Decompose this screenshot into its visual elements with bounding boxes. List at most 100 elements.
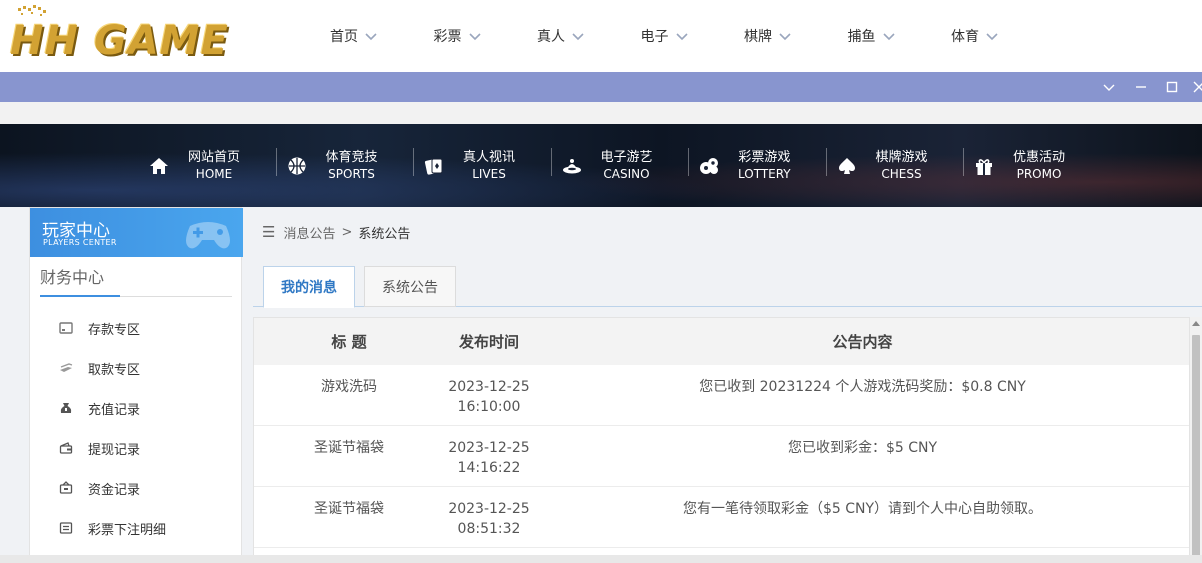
chevron-down-icon[interactable] — [1100, 78, 1118, 96]
cell-content: 您已收到彩金：$5 CNY — [787, 440, 938, 456]
sidebar-item-label: 存款专区 — [88, 322, 141, 338]
menu-lines-icon[interactable]: ☰ — [262, 223, 275, 241]
sidebar-item-lottery-bets[interactable]: 彩票下注明细 — [58, 518, 166, 538]
banner-item-casino[interactable]: 电子游艺 CASINO — [550, 140, 691, 192]
lottery-balls-icon — [700, 158, 718, 174]
banner-item-lives[interactable]: 真人视讯 LIVES — [413, 140, 553, 192]
sidebar-item-recharge-records[interactable]: 充值记录 — [58, 398, 140, 418]
basketball-icon — [288, 157, 305, 175]
header-time: 发布时间 — [458, 333, 519, 351]
cards-icon — [424, 158, 443, 175]
scroll-up-icon[interactable] — [1192, 321, 1200, 326]
sidebar-item-label: 资金记录 — [88, 482, 141, 498]
sidebar-item-label: 提现记录 — [88, 442, 141, 458]
site-logo[interactable]: HH GAME — [10, 4, 272, 70]
maximize-icon[interactable] — [1163, 78, 1181, 96]
tab-my-messages[interactable]: 我的消息 — [263, 266, 355, 308]
menu-item-label: 首页 — [330, 29, 358, 45]
logo-text: HH GAME — [10, 18, 229, 64]
player-center-sidebar: 玩家中心 PLAYERS CENTER 财务中心 存款专区 取款专区 充值记录 … — [29, 207, 243, 563]
sidebar-header: 玩家中心 PLAYERS CENTER — [30, 208, 243, 257]
banner-item-lottery[interactable]: 彩票游戏 LOTTERY — [688, 140, 828, 192]
menu-item-label: 体育 — [951, 29, 979, 45]
table-row[interactable]: 圣诞节福袋 2023-12-25 14:16:22 您已收到彩金：$5 CNY — [254, 426, 1189, 487]
slot-machine-icon — [562, 159, 581, 174]
minimize-icon[interactable] — [1132, 78, 1150, 96]
banner-item-promo[interactable]: 优惠活动 PROMO — [963, 140, 1103, 192]
cell-date: 2023-12-25 — [448, 440, 530, 456]
banner-item-label: 棋牌游戏 — [875, 150, 928, 165]
menu-item-home[interactable]: 首页 — [312, 0, 416, 72]
funds-icon — [59, 481, 73, 494]
sidebar-item-deposit[interactable]: 存款专区 — [58, 318, 140, 338]
home-icon — [150, 158, 168, 174]
cell-time: 2023-12-25 08:51:32 — [429, 487, 549, 548]
cell-content: 您已收到 20231224 个人游戏洗码奖励：$0.8 CNY — [699, 379, 1026, 395]
tab-system-announcements[interactable]: 系统公告 — [364, 266, 456, 307]
sidebar-item-fund-records[interactable]: 资金记录 — [58, 478, 140, 498]
banner-item-label: 彩票游戏 — [738, 150, 791, 165]
breadcrumb-separator: > — [341, 224, 353, 240]
menu-item-chess[interactable]: 棋牌 — [726, 0, 830, 72]
breadcrumb: ☰ 消息公告 > 系统公告 — [262, 222, 410, 242]
scrollbar-thumb[interactable] — [1192, 335, 1200, 563]
sidebar-item-withdraw-records[interactable]: 提现记录 — [58, 438, 140, 458]
banner-item-sublabel: LIVES — [472, 167, 506, 181]
sidebar-section-title[interactable]: 财务中心 — [40, 264, 104, 288]
table-scrollbar[interactable] — [1190, 317, 1202, 563]
chevron-down-icon — [365, 33, 377, 41]
banner-item-label: 电子游艺 — [600, 150, 653, 165]
cell-title: 游戏洗码 — [321, 379, 377, 395]
spade-icon — [838, 158, 855, 174]
chevron-down-icon — [882, 33, 895, 41]
message-tabs: 我的消息 系统公告 — [253, 266, 1202, 308]
banner-item-sublabel: SPORTS — [328, 167, 375, 181]
section-divider — [40, 295, 232, 297]
banner-item-label: 优惠活动 — [1013, 150, 1066, 165]
table-row[interactable]: 游戏洗码 2023-12-25 16:10:00 您已收到 20231224 个人… — [254, 365, 1189, 426]
breadcrumb-current: 系统公告 — [358, 226, 411, 242]
banner-item-sports[interactable]: 体育竞技 SPORTS — [275, 140, 416, 192]
close-icon[interactable] — [1190, 78, 1202, 96]
menu-item-electronic[interactable]: 电子 — [623, 0, 727, 72]
menu-item-label: 捕鱼 — [847, 29, 876, 45]
cell-title: 圣诞节福袋 — [314, 501, 384, 517]
banner-item-chess[interactable]: 棋牌游戏 CHESS — [825, 140, 966, 192]
bottom-strip — [0, 555, 1202, 563]
menu-item-live[interactable]: 真人 — [519, 0, 623, 72]
menu-item-sports[interactable]: 体育 — [933, 0, 1037, 72]
banner-item-sublabel: LOTTERY — [738, 167, 791, 181]
wallet-icon — [59, 442, 73, 454]
cell-time: 2023-12-25 14:16:22 — [429, 426, 549, 487]
menu-item-fishing[interactable]: 捕鱼 — [830, 0, 934, 72]
chevron-down-icon — [779, 33, 791, 41]
banner-item-label: 真人视讯 — [463, 150, 516, 165]
cell-date: 2023-12-25 — [448, 379, 530, 395]
window-title-bar — [0, 72, 1202, 102]
cell-clock: 16:10:00 — [457, 399, 521, 415]
menu-item-label: 真人 — [537, 29, 565, 45]
menu-item-label: 棋牌 — [744, 29, 772, 45]
ticket-list-icon — [59, 522, 73, 534]
sidebar-item-label: 充值记录 — [88, 402, 141, 418]
breadcrumb-parent[interactable]: 消息公告 — [283, 223, 335, 242]
chevron-down-icon — [675, 33, 688, 41]
header-content: 公告内容 — [832, 333, 893, 351]
banner-item-sublabel: CHESS — [881, 167, 922, 181]
sidebar-item-label: 彩票下注明细 — [88, 522, 167, 538]
banner-item-sublabel: CASINO — [603, 167, 650, 181]
banner-navigation: 网站首页 HOME 体育竞技 SPORTS 真人视讯 LIVES 电子游艺 CASINO… — [140, 140, 1103, 192]
top-navigation: HH GAME 首页 彩票 真人 电子 棋牌 捕鱼 体育 — [0, 0, 1202, 72]
menu-item-label: 彩票 — [433, 29, 462, 45]
section-active-underline — [40, 295, 120, 297]
deposit-card-icon — [59, 322, 73, 334]
banner-item-sublabel: PROMO — [1016, 167, 1062, 181]
cell-content: 您有一笔待领取彩金（$5 CNY）请到个人中心自助领取。 — [682, 501, 1043, 517]
banner-item-home[interactable]: 网站首页 HOME — [140, 140, 278, 192]
table-row[interactable]: 圣诞节福袋 2023-12-25 08:51:32 您有一笔待领取彩金（$5 CN… — [254, 487, 1189, 548]
menu-item-label: 电子 — [640, 29, 669, 45]
banner-item-label: 网站首页 — [188, 150, 241, 165]
sidebar-item-withdraw[interactable]: 取款专区 — [58, 358, 140, 378]
cell-time: 2023-12-25 16:10:00 — [429, 365, 549, 426]
menu-item-lottery[interactable]: 彩票 — [416, 0, 520, 72]
